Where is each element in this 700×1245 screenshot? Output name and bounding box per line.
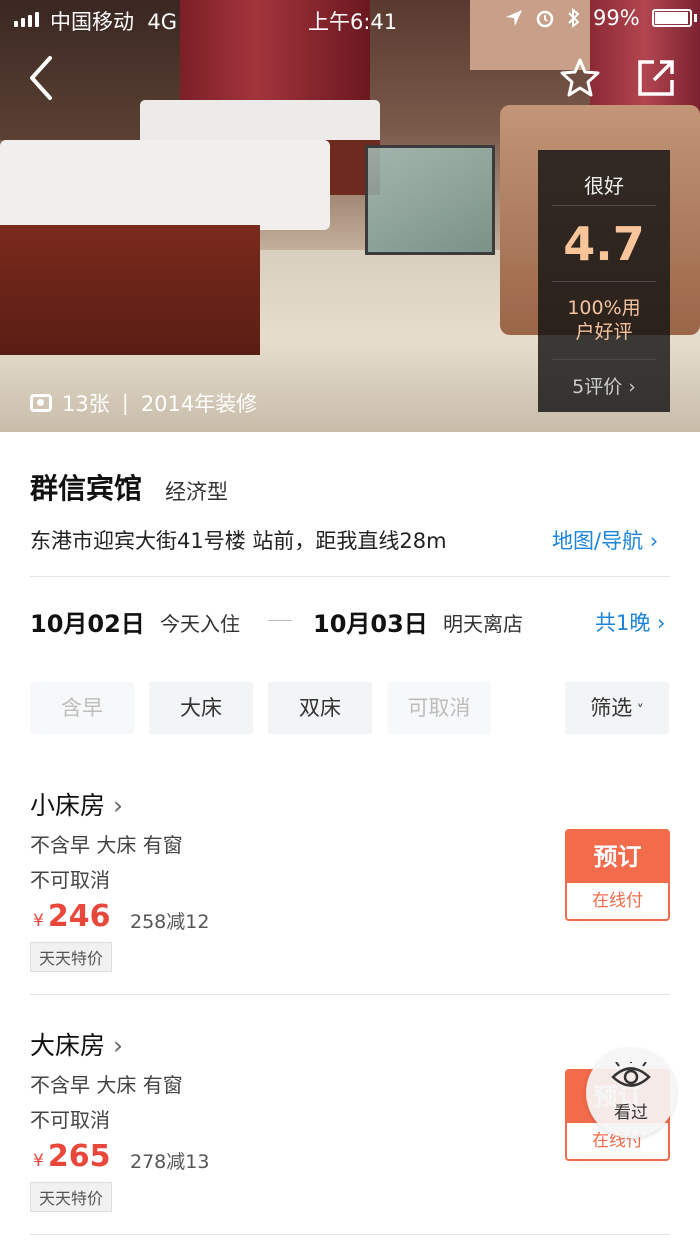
viewed-history-button[interactable]: 看过 [586,1048,676,1138]
room-name[interactable]: 小床房 › [30,786,123,822]
date-separator [268,620,292,621]
favorite-star-icon[interactable] [558,56,602,100]
photo-bed [0,140,330,230]
room-tags: 不含早 大床 有窗 [30,1073,183,1097]
rating-label: 很好 [552,150,656,206]
chevron-down-icon: ˅ [632,703,644,719]
photo-info[interactable]: 13张 | 2014年装修 [30,388,257,418]
battery-percent: 99% [593,6,640,30]
eye-icon [611,1059,651,1087]
renovation-year: 2014年装修 [140,392,258,416]
room-price: ¥265 [33,1139,111,1174]
back-icon[interactable] [20,52,64,104]
chevron-right-icon: › [643,529,659,553]
hotel-type: 经济型 [165,480,228,504]
divider [30,994,670,995]
divider: | [121,391,129,415]
reviews-link[interactable]: 5评价 › [538,360,670,399]
check-in-date[interactable]: 10月02日 [30,604,145,639]
filter-chip-cancelable[interactable]: 可取消 [387,682,491,734]
clock: 上午6:41 [308,10,398,34]
chevron-right-icon: › [105,1031,123,1060]
carrier-label: 中国移动 4G [50,10,177,34]
rating-score: 4.7 [552,206,656,282]
room-discount: 278减13 [130,1151,210,1173]
room-name[interactable]: 大床房 › [30,1026,123,1062]
chevron-right-icon: › [622,376,636,398]
filter-chip-twin-bed[interactable]: 双床 [268,682,372,734]
battery-icon [651,9,692,27]
room-discount: 258减12 [130,911,210,933]
divider [30,1234,670,1235]
check-out-label: 明天离店 [443,612,523,636]
bluetooth-icon [568,8,580,28]
map-navigation-link[interactable]: 地图/导航 › [552,525,658,555]
nights-selector[interactable]: 共1晚 › [595,607,665,637]
deal-badge: 天天特价 [30,1182,113,1212]
deal-badge: 天天特价 [30,942,113,972]
photo-count: 13张 [62,392,110,416]
filter-chip-big-bed[interactable]: 大床 [149,682,253,734]
check-in-label: 今天入住 [160,612,240,636]
filter-chip-breakfast[interactable]: 含早 [30,682,134,734]
check-out-date[interactable]: 10月03日 [313,604,428,639]
location-icon [506,10,522,26]
book-button[interactable]: 预订 在线付 [565,829,670,921]
share-icon[interactable] [634,56,678,100]
room-price: ¥246 [33,899,111,934]
chevron-right-icon: › [650,611,666,635]
chevron-right-icon: › [105,791,123,820]
camera-icon [30,394,52,412]
filter-button[interactable]: 筛选 ˅ [565,682,669,734]
photo-bed-base [0,225,260,355]
room-cancel-policy: 不可取消 [30,1108,110,1132]
photo-table [365,145,495,255]
positive-rate: 100%用户好评 [552,282,656,360]
viewed-label: 看过 [614,1103,648,1123]
signal-icon [14,12,39,27]
alarm-icon [536,10,554,28]
status-bar: 中国移动 4G 上午6:41 99% [0,0,700,40]
hotel-name: 群信宾馆 [30,472,143,505]
divider [30,576,670,577]
rating-panel[interactable]: 很好 4.7 100%用户好评 5评价 › [538,150,670,412]
room-tags: 不含早 大床 有窗 [30,833,183,857]
room-cancel-policy: 不可取消 [30,868,110,892]
hotel-address: 东港市迎宾大街41号楼 站前，距我直线28m [30,529,447,553]
pay-online-label: 在线付 [592,891,643,911]
book-label: 预订 [567,831,668,883]
